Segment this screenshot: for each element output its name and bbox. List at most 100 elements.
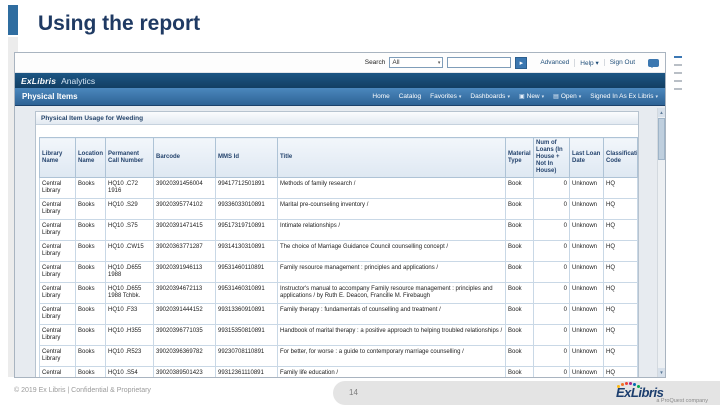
app-menubar: Physical Items Home Catalog Favorites ▾ Dash…: [15, 88, 665, 106]
topbar-links: Advanced Help ▾ Sign Out: [535, 58, 640, 67]
column-header-classification-code[interactable]: Classification Code: [603, 137, 638, 178]
scrollbar[interactable]: ▲ ▼: [657, 108, 665, 377]
column-header-title[interactable]: Title: [277, 137, 506, 178]
table-cell: For better, for worse : a guide to conte…: [277, 345, 506, 367]
table-cell: Central Library: [39, 198, 76, 220]
table-cell: 99336033010891: [215, 198, 278, 220]
scroll-up-icon[interactable]: ▲: [658, 108, 665, 117]
table-cell: HQ10 .R523: [105, 345, 154, 367]
table-cell: 0: [533, 366, 570, 377]
table-cell: 99315350810891: [215, 324, 278, 346]
table-cell: Central Library: [39, 282, 76, 304]
table-row: Central Library Books HQ10 .D655 1988 Tchb…: [39, 282, 638, 304]
table-cell: 0: [533, 324, 570, 346]
table-cell: 0: [533, 303, 570, 325]
table-cell: Book: [505, 219, 534, 241]
table-cell: Book: [505, 324, 534, 346]
table-cell: Central Library: [39, 324, 76, 346]
chat-icon[interactable]: [648, 58, 659, 68]
menubar-items: Home Catalog Favorites ▾ Dashboards ▾ ▣ New ▾ ▤ Op…: [372, 93, 658, 100]
table-cell: Book: [505, 177, 534, 199]
table-cell: 99312361110891: [215, 366, 278, 377]
exlibris-logo: ExLibris a ProQuest company: [616, 381, 708, 404]
table-cell: HQ: [603, 219, 638, 241]
table-cell: The choice of Marriage Guidance Council …: [277, 240, 506, 262]
table-cell: Book: [505, 303, 534, 325]
column-header-library-name[interactable]: Library Name: [39, 137, 76, 178]
table-cell: HQ: [603, 324, 638, 346]
menu-item-favorites[interactable]: Favorites ▾: [430, 93, 461, 100]
table-cell: 99517319710891: [215, 219, 278, 241]
table-cell: HQ10 .F33: [105, 303, 154, 325]
table-row: Central Library Books HQ10 .S75 39020391471…: [39, 219, 638, 241]
table-cell: 39020396771035: [153, 324, 216, 346]
scrollbar-thumb[interactable]: [658, 118, 665, 160]
table-cell: HQ: [603, 303, 638, 325]
table-cell: 39020391946113: [153, 261, 216, 283]
open-icon: ▤: [553, 94, 559, 100]
table-cell: Instructor's manual to accompany Family …: [277, 282, 506, 304]
column-header-permanent-call-number[interactable]: Permanent Call Number: [105, 137, 154, 178]
table-cell: Family therapy : fundamentals of counsel…: [277, 303, 506, 325]
column-header-location-name[interactable]: Location Name: [75, 137, 106, 178]
app-topbar: Search All ▾ ▸ Advanced Help ▾ Sign Out: [15, 53, 665, 73]
table-cell: HQ10 .D655 1988 Tchbk.: [105, 282, 154, 304]
table-cell: 39020391444152: [153, 303, 216, 325]
table-cell: Books: [75, 366, 106, 377]
table-cell: Books: [75, 177, 106, 199]
menu-item-home[interactable]: Home: [372, 93, 389, 100]
table-cell: Books: [75, 282, 106, 304]
column-header-material-type[interactable]: Material Type: [505, 137, 534, 178]
table-row: Central Library Books HQ10 .F33 39020391444…: [39, 303, 638, 325]
table-cell: Intimate relationships /: [277, 219, 506, 241]
scroll-down-icon[interactable]: ▼: [658, 368, 665, 377]
search-go-button[interactable]: ▸: [515, 56, 528, 69]
topbar-link-sign-out[interactable]: Sign Out: [603, 59, 640, 66]
table-cell: HQ: [603, 198, 638, 220]
menu-item-signed-in-as-ex-libris[interactable]: Signed In As Ex Libris ▾: [590, 93, 658, 100]
table-cell: Book: [505, 366, 534, 377]
column-header-last-loan-date[interactable]: Last Loan Date: [569, 137, 604, 178]
table-cell: Methods of family research /: [277, 177, 506, 199]
table-cell: Books: [75, 198, 106, 220]
menu-item-label: Home: [372, 93, 390, 100]
table-cell: Books: [75, 219, 106, 241]
table-cell: Books: [75, 345, 106, 367]
column-header-mms-id[interactable]: MMS Id: [215, 137, 278, 178]
table-cell: Books: [75, 240, 106, 262]
table-cell: HQ10 .C72 1916: [105, 177, 154, 199]
footer-copyright: © 2019 Ex Libris | Confidential & Propri…: [14, 387, 151, 394]
search-input[interactable]: [447, 57, 512, 68]
menu-item-label: New: [526, 93, 540, 100]
column-header-barcode[interactable]: Barcode: [153, 137, 216, 178]
table-cell: Book: [505, 282, 534, 304]
table-cell: 39020391471415: [153, 219, 216, 241]
table-cell: HQ10 .D655 1988: [105, 261, 154, 283]
exlibris-wordmark: ExLibris: [21, 75, 57, 86]
table-cell: HQ10 .H355: [105, 324, 154, 346]
menu-item-open[interactable]: ▤ Open ▾: [553, 93, 581, 100]
table-cell: 0: [533, 240, 570, 262]
table-cell: Central Library: [39, 303, 76, 325]
table-cell: Central Library: [39, 345, 76, 367]
table-cell: Central Library: [39, 177, 76, 199]
clipped-edge-content: [674, 56, 682, 126]
search-scope-select[interactable]: All ▾: [389, 57, 444, 68]
topbar-link-help[interactable]: Help ▾: [574, 58, 603, 67]
chevron-down-icon: ▾: [541, 93, 545, 100]
table-cell: Marital pre-counseling inventory /: [277, 198, 506, 220]
menu-item-new[interactable]: ▣ New ▾: [519, 93, 544, 100]
table-cell: Unknown: [569, 177, 604, 199]
table-cell: Books: [75, 261, 106, 283]
menu-item-label: Favorites: [430, 93, 457, 100]
table-cell: 39020394672113: [153, 282, 216, 304]
menu-item-catalog[interactable]: Catalog: [399, 93, 421, 100]
table-cell: Unknown: [569, 198, 604, 220]
analytics-app-window: Search All ▾ ▸ Advanced Help ▾ Sign Out Ex…: [14, 52, 666, 378]
menu-item-dashboards[interactable]: Dashboards ▾: [470, 93, 510, 100]
table-cell: 99314130310891: [215, 240, 278, 262]
topbar-link-advanced[interactable]: Advanced: [535, 59, 574, 66]
table-cell: 99313360910891: [215, 303, 278, 325]
column-header-num-of-loans-in-house-not-in-house[interactable]: Num of Loans (In House + Not In House): [533, 137, 570, 178]
report-content-area: Physical Item Usage for Weeding Library …: [15, 106, 665, 377]
